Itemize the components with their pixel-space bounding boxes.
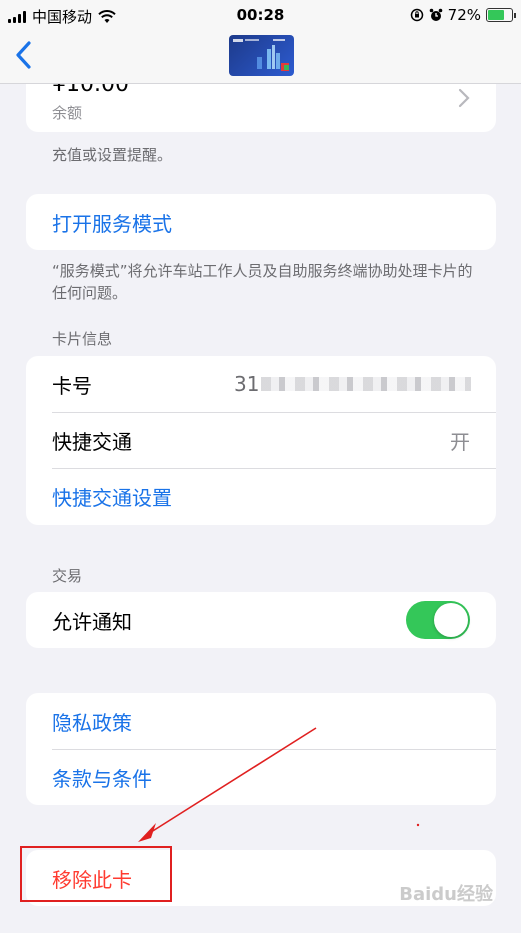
recharge-note: 充值或设置提醒。 — [52, 146, 173, 164]
card-number-row: 卡号 31 — [26, 356, 496, 412]
watermark: Baidu经验 — [399, 884, 493, 905]
redacted-number-mask — [261, 377, 472, 391]
allow-notifications-label: 允许通知 — [52, 609, 132, 634]
chevron-left-icon[interactable] — [12, 40, 36, 70]
card-info-group: 卡号 31 快捷交通 开 快捷交通设置 — [26, 356, 496, 525]
express-transit-settings-button[interactable]: 快捷交通设置 — [26, 468, 496, 524]
status-right: 72% — [410, 6, 516, 24]
card-number-value: 31 — [234, 372, 472, 396]
balance-label: 余额 — [52, 104, 83, 122]
express-transit-label: 快捷交通 — [52, 429, 132, 454]
legal-links-group: 隐私政策 条款与条件 — [26, 693, 496, 805]
nav-bar — [0, 32, 521, 84]
card-number-label: 卡号 — [52, 373, 92, 398]
transit-card-thumbnail — [229, 35, 294, 76]
allow-notifications-toggle[interactable] — [406, 601, 470, 639]
service-mode-card: 打开服务模式 — [26, 194, 496, 250]
privacy-policy-link[interactable]: 隐私政策 — [26, 693, 496, 749]
transactions-header: 交易 — [52, 567, 83, 585]
annotation-highlight-box — [20, 846, 172, 902]
open-service-mode-button[interactable]: 打开服务模式 — [26, 194, 496, 250]
chevron-right-icon — [458, 88, 470, 108]
express-transit-value: 开 — [450, 429, 470, 454]
alarm-icon — [429, 8, 442, 21]
terms-link[interactable]: 条款与条件 — [26, 749, 496, 805]
express-transit-row[interactable]: 快捷交通 开 — [26, 412, 496, 468]
allow-notifications-row: 允许通知 — [26, 592, 496, 648]
status-bar: 中国移动 00:28 72% — [0, 0, 521, 32]
battery-percent: 72% — [447, 6, 481, 24]
battery-icon — [486, 8, 516, 22]
battery-fill — [488, 10, 504, 20]
orientation-lock-icon — [410, 8, 423, 22]
toggle-knob — [434, 603, 468, 637]
card-info-header: 卡片信息 — [52, 330, 113, 348]
service-mode-note: “服务模式”将允许车站工作人员及自助服务终端协助处理卡片的任何问题。 — [52, 262, 473, 302]
transactions-group: 允许通知 — [26, 592, 496, 648]
